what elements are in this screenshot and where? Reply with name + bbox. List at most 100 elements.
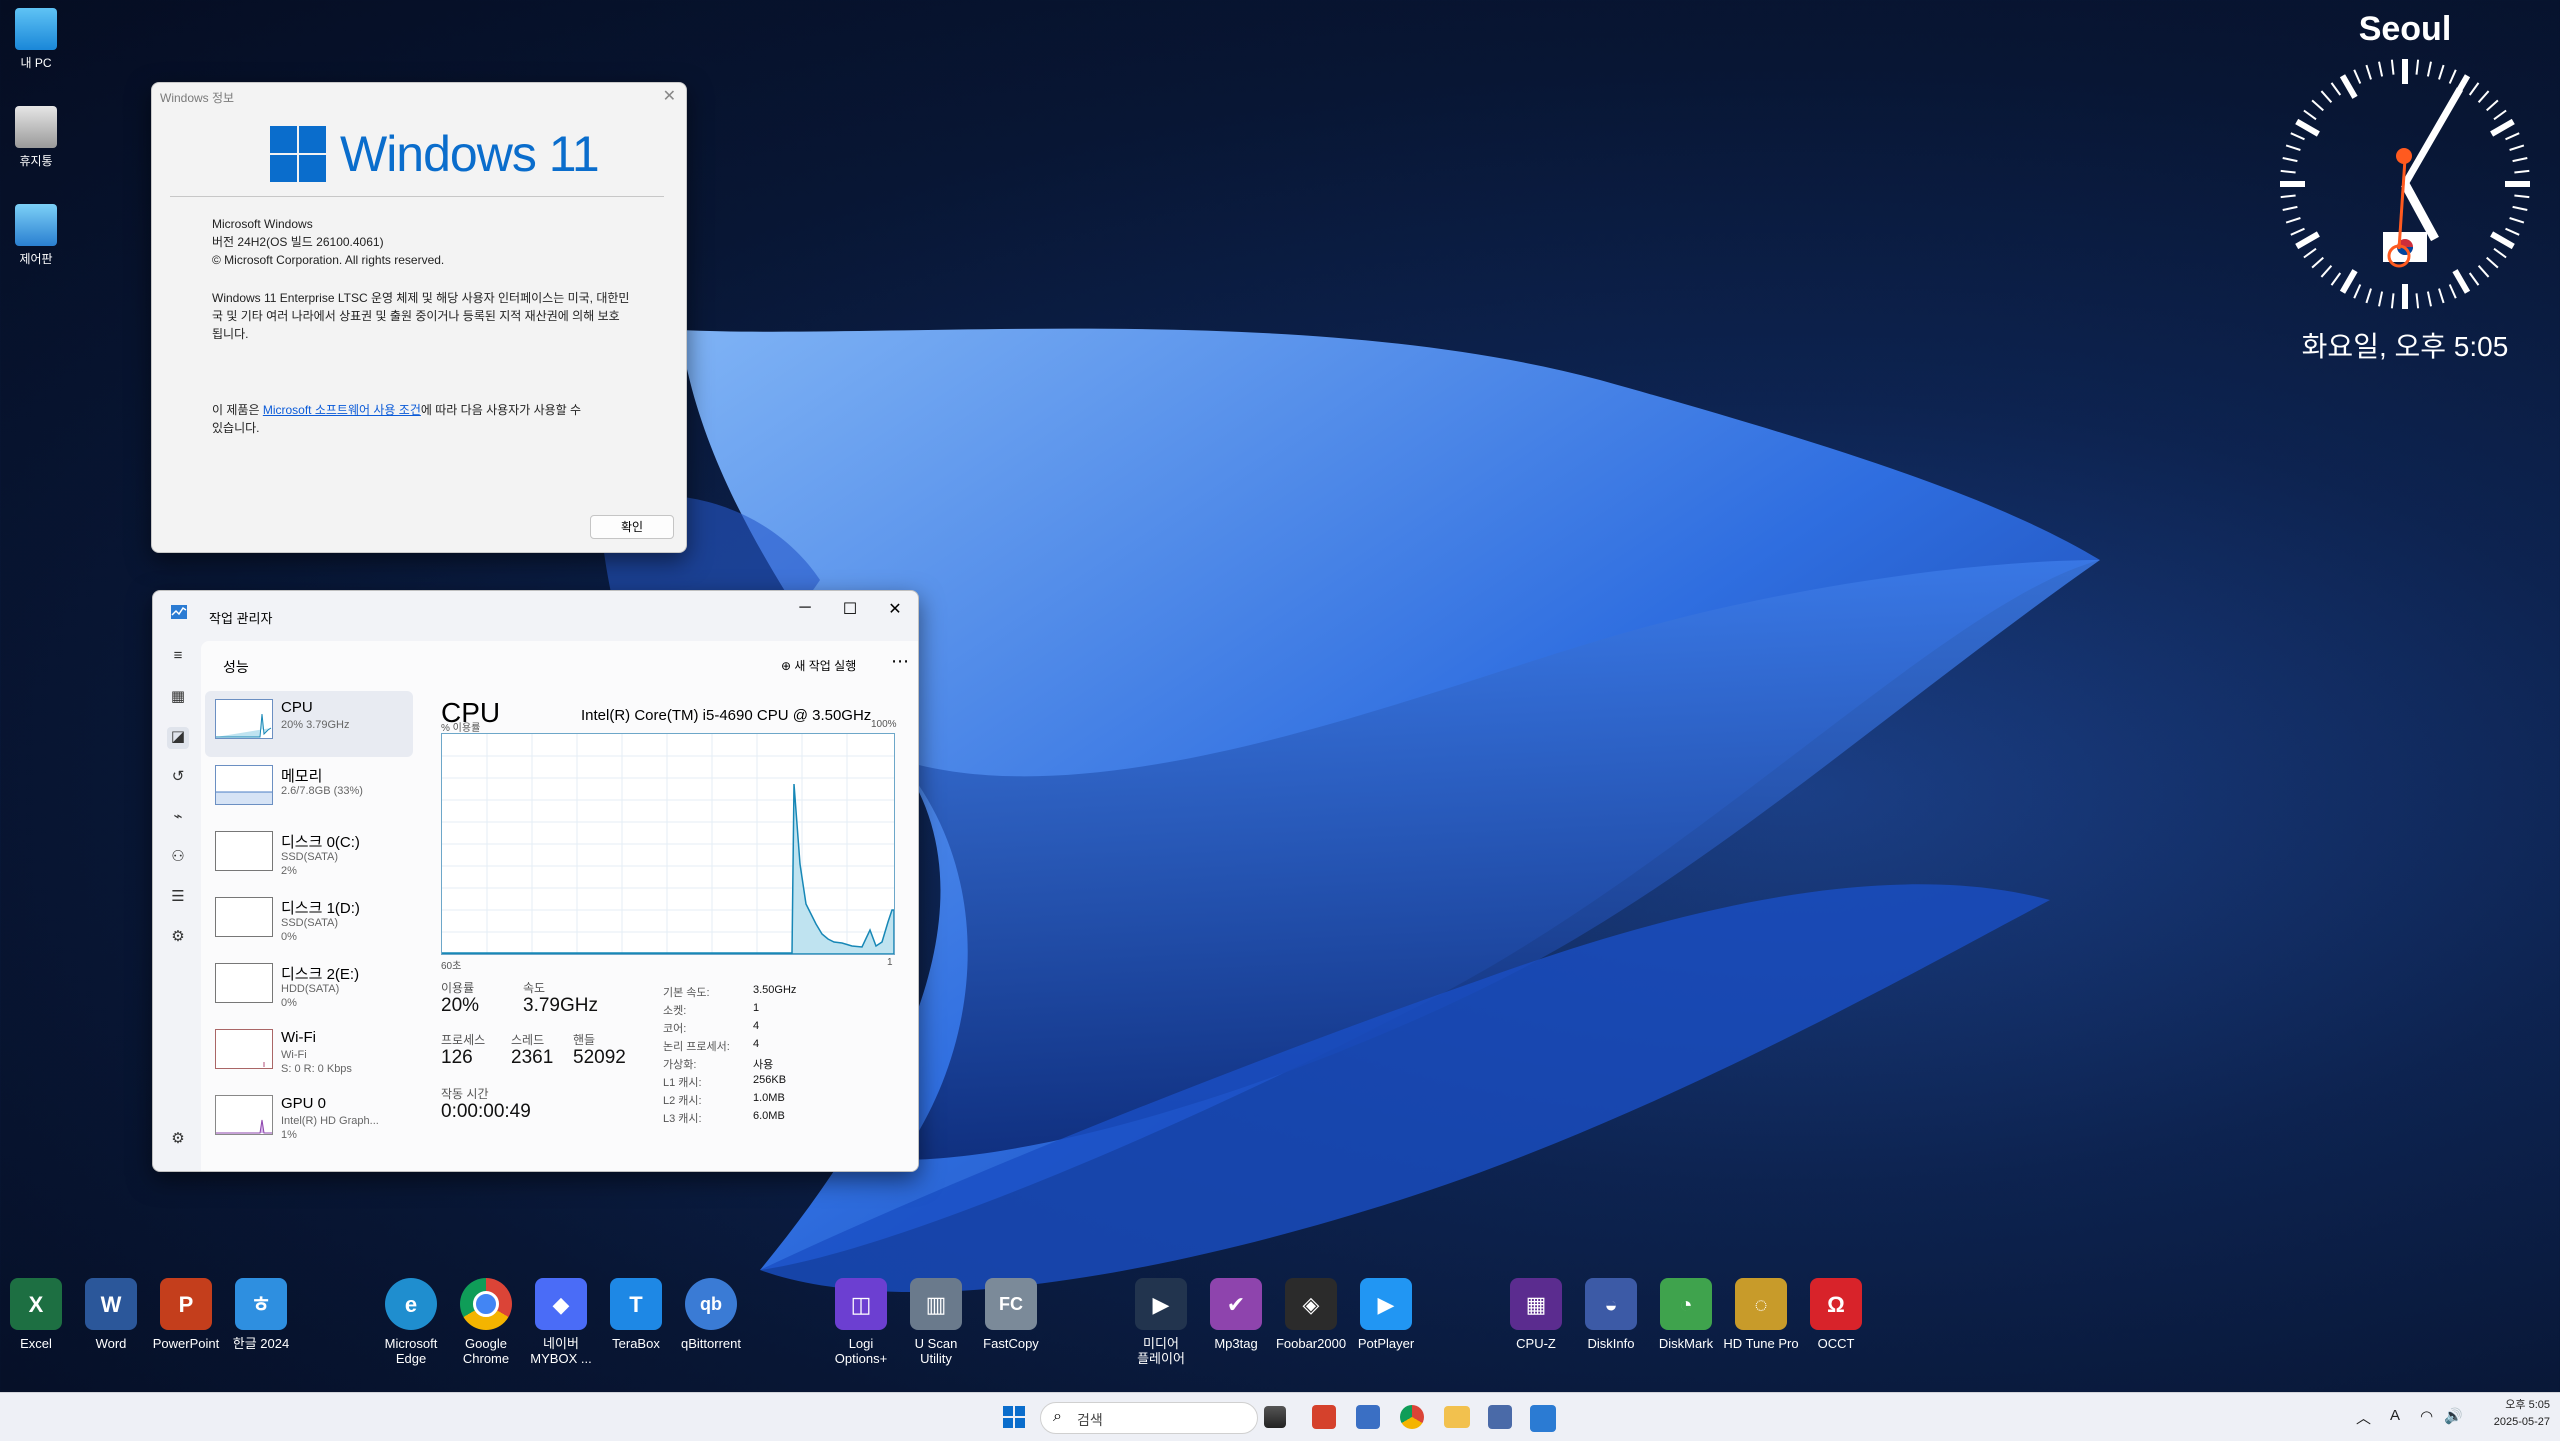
shortcut-excel[interactable]: X Excel (0, 1278, 74, 1351)
search-box[interactable]: ⌕ 검색 (1040, 1402, 1258, 1434)
new-task-icon: ⊕ (781, 659, 795, 673)
processes-icon[interactable]: ▦ (167, 687, 189, 709)
shortcut-chrome[interactable]: Google Chrome (448, 1278, 524, 1366)
shortcut-edge[interactable]: e Microsoft Edge (373, 1278, 449, 1366)
resource-sub: 2.6/7.8GB (33%) (281, 785, 363, 797)
resource-item-disk2[interactable]: 디스크 2(E:) HDD(SATA) 0% (205, 955, 413, 1021)
license-link[interactable]: Microsoft 소프트웨어 사용 조건 (263, 403, 421, 417)
resource-item-cpu[interactable]: CPU 20% 3.79GHz (205, 691, 413, 757)
shortcut-naver-mybox[interactable]: ◆ 네이버 MYBOX ... (523, 1278, 599, 1366)
resource-item-gpu[interactable]: GPU 0 Intel(R) HD Graph... 1% (205, 1087, 413, 1153)
prop-key: 기본 속도: (663, 987, 710, 999)
shortcut-powerpoint[interactable]: P PowerPoint (148, 1278, 224, 1351)
shortcut-terabox[interactable]: T TeraBox (598, 1278, 674, 1351)
hour-tick (2339, 269, 2358, 294)
details-icon[interactable]: ☰ (167, 887, 189, 909)
shortcut-fastcopy[interactable]: FC FastCopy (973, 1278, 1049, 1351)
clock-tray[interactable]: 오후 5:05 2025-05-27 (2470, 1397, 2550, 1431)
startup-icon[interactable]: ⌁ (167, 807, 189, 829)
minute-tick (2477, 265, 2490, 278)
settings-icon[interactable]: ⚙ (167, 1129, 189, 1151)
minute-tick (2426, 61, 2432, 77)
shortcut-qbittorrent[interactable]: qb qBittorrent (673, 1278, 749, 1351)
store-icon[interactable] (1356, 1405, 1380, 1429)
close-button[interactable]: ✕ (875, 599, 915, 619)
desktop-icon-label: 내 PC (20, 56, 52, 70)
resource-item-disk0[interactable]: 디스크 0(C:) SSD(SATA) 2% (205, 823, 413, 889)
minute-tick (2390, 293, 2395, 309)
chevron-up-icon[interactable]: ︿ (2356, 1407, 2371, 1428)
resource-sub-type: HDD(SATA) (281, 983, 340, 995)
performance-panel: 성능 ⊕ 새 작업 실행 ⋯ CPU 20% 3.79GHz 메모리 2.6/7… (201, 641, 918, 1171)
windows-logo: Windows 11 (270, 125, 600, 183)
desktop-icon-recycle-bin[interactable]: 휴지통 (0, 106, 72, 169)
volume-icon[interactable]: 🔊 (2444, 1407, 2463, 1425)
minute-tick (2512, 157, 2528, 163)
minimize-button[interactable]: ─ (785, 599, 825, 617)
minute-tick (2330, 272, 2342, 286)
chrome-taskbar-icon[interactable] (1400, 1405, 1424, 1429)
title-bar[interactable]: 작업 관리자 ─ ☐ ✕ (153, 591, 918, 633)
task-view-icon[interactable] (1264, 1406, 1286, 1428)
shortcut-mp3tag[interactable]: ✔ Mp3tag (1198, 1278, 1274, 1351)
resource-item-wifi[interactable]: Wi-Fi Wi-Fi S: 0 R: 0 Kbps (205, 1021, 413, 1087)
wifi-icon[interactable]: ◠ (2420, 1407, 2433, 1425)
resource-sub-value: 0% (281, 997, 297, 1009)
users-icon[interactable]: ⚇ (167, 847, 189, 869)
shortcut-hdtune[interactable]: ◌ HD Tune Pro (1723, 1278, 1799, 1351)
shortcut-label: Word (95, 1336, 127, 1351)
wifi-thumb-graph (215, 1029, 273, 1069)
minute-tick (2486, 99, 2499, 112)
minute-tick (2282, 205, 2298, 211)
tray-date: 2025-05-27 (2493, 1416, 2550, 1428)
y-axis-label: % 이용률 (441, 723, 481, 734)
maximize-button[interactable]: ☐ (830, 599, 870, 619)
hour-tick (2295, 118, 2320, 137)
minute-tick (2509, 144, 2525, 151)
desktop-icon-this-pc[interactable]: 내 PC (0, 8, 72, 71)
input-language[interactable]: A (2390, 1407, 2400, 1424)
shortcut-hangul[interactable]: ㅎ 한글 2024 (223, 1278, 299, 1351)
shortcut-logi-options[interactable]: ◫ Logi Options+ (823, 1278, 899, 1366)
shortcut-uscan[interactable]: ▥ U Scan Utility (898, 1278, 974, 1366)
resource-sub-type: Intel(R) HD Graph... (281, 1115, 379, 1127)
divider (170, 196, 664, 197)
app-icon-window[interactable] (1488, 1405, 1512, 1429)
task-manager-taskbar-icon[interactable] (1530, 1405, 1556, 1432)
shortcut-label: PowerPoint (152, 1336, 220, 1351)
section-title: 성능 (223, 659, 249, 675)
shortcut-cpuz[interactable]: ▦ CPU-Z (1498, 1278, 1574, 1351)
app-history-icon[interactable]: ↺ (167, 767, 189, 789)
shortcut-label: qBittorrent (681, 1336, 741, 1351)
file-explorer-icon[interactable] (1444, 1406, 1470, 1428)
services-icon[interactable]: ⚙ (167, 927, 189, 949)
app-icon-red[interactable] (1312, 1405, 1336, 1429)
minute-tick (2365, 288, 2372, 304)
desktop-icon-label: 제어판 (19, 252, 53, 266)
minute-tick (2290, 132, 2305, 141)
winver-dialog: Windows 정보 ✕ Windows 11 Microsoft Window… (151, 82, 687, 553)
shortcut-potplayer[interactable]: ▶ PotPlayer (1348, 1278, 1424, 1351)
new-task-button[interactable]: ⊕ 새 작업 실행 (781, 657, 856, 674)
hamburger-icon[interactable]: ≡ (167, 647, 189, 669)
minute-tick (2448, 284, 2457, 299)
resource-item-memory[interactable]: 메모리 2.6/7.8GB (33%) (205, 757, 413, 823)
start-button[interactable] (998, 1401, 1030, 1433)
performance-icon[interactable]: ◪ (167, 727, 189, 749)
close-button[interactable]: ✕ (663, 86, 676, 106)
shortcut-diskinfo[interactable]: ◒ DiskInfo (1573, 1278, 1649, 1351)
resource-sub-type: SSD(SATA) (281, 917, 339, 929)
shortcut-media-player[interactable]: ▶ 미디어 플레이어 (1123, 1278, 1199, 1366)
shortcut-foobar2000[interactable]: ◈ Foobar2000 (1273, 1278, 1349, 1351)
minute-tick (2390, 59, 2395, 75)
shortcut-label-2: Edge (395, 1351, 427, 1366)
ok-button[interactable]: 확인 (590, 515, 674, 539)
shortcut-diskmark[interactable]: ◔ DiskMark (1648, 1278, 1724, 1351)
desktop-icon-control-panel[interactable]: 제어판 (0, 204, 72, 267)
resource-item-disk1[interactable]: 디스크 1(D:) SSD(SATA) 0% (205, 889, 413, 955)
shortcut-occt[interactable]: Ω OCCT (1798, 1278, 1874, 1351)
more-options-icon[interactable]: ⋯ (891, 651, 909, 672)
prop-value: 1 (753, 1002, 760, 1014)
x-axis-right: 1 (887, 957, 893, 968)
shortcut-word[interactable]: W Word (73, 1278, 149, 1351)
